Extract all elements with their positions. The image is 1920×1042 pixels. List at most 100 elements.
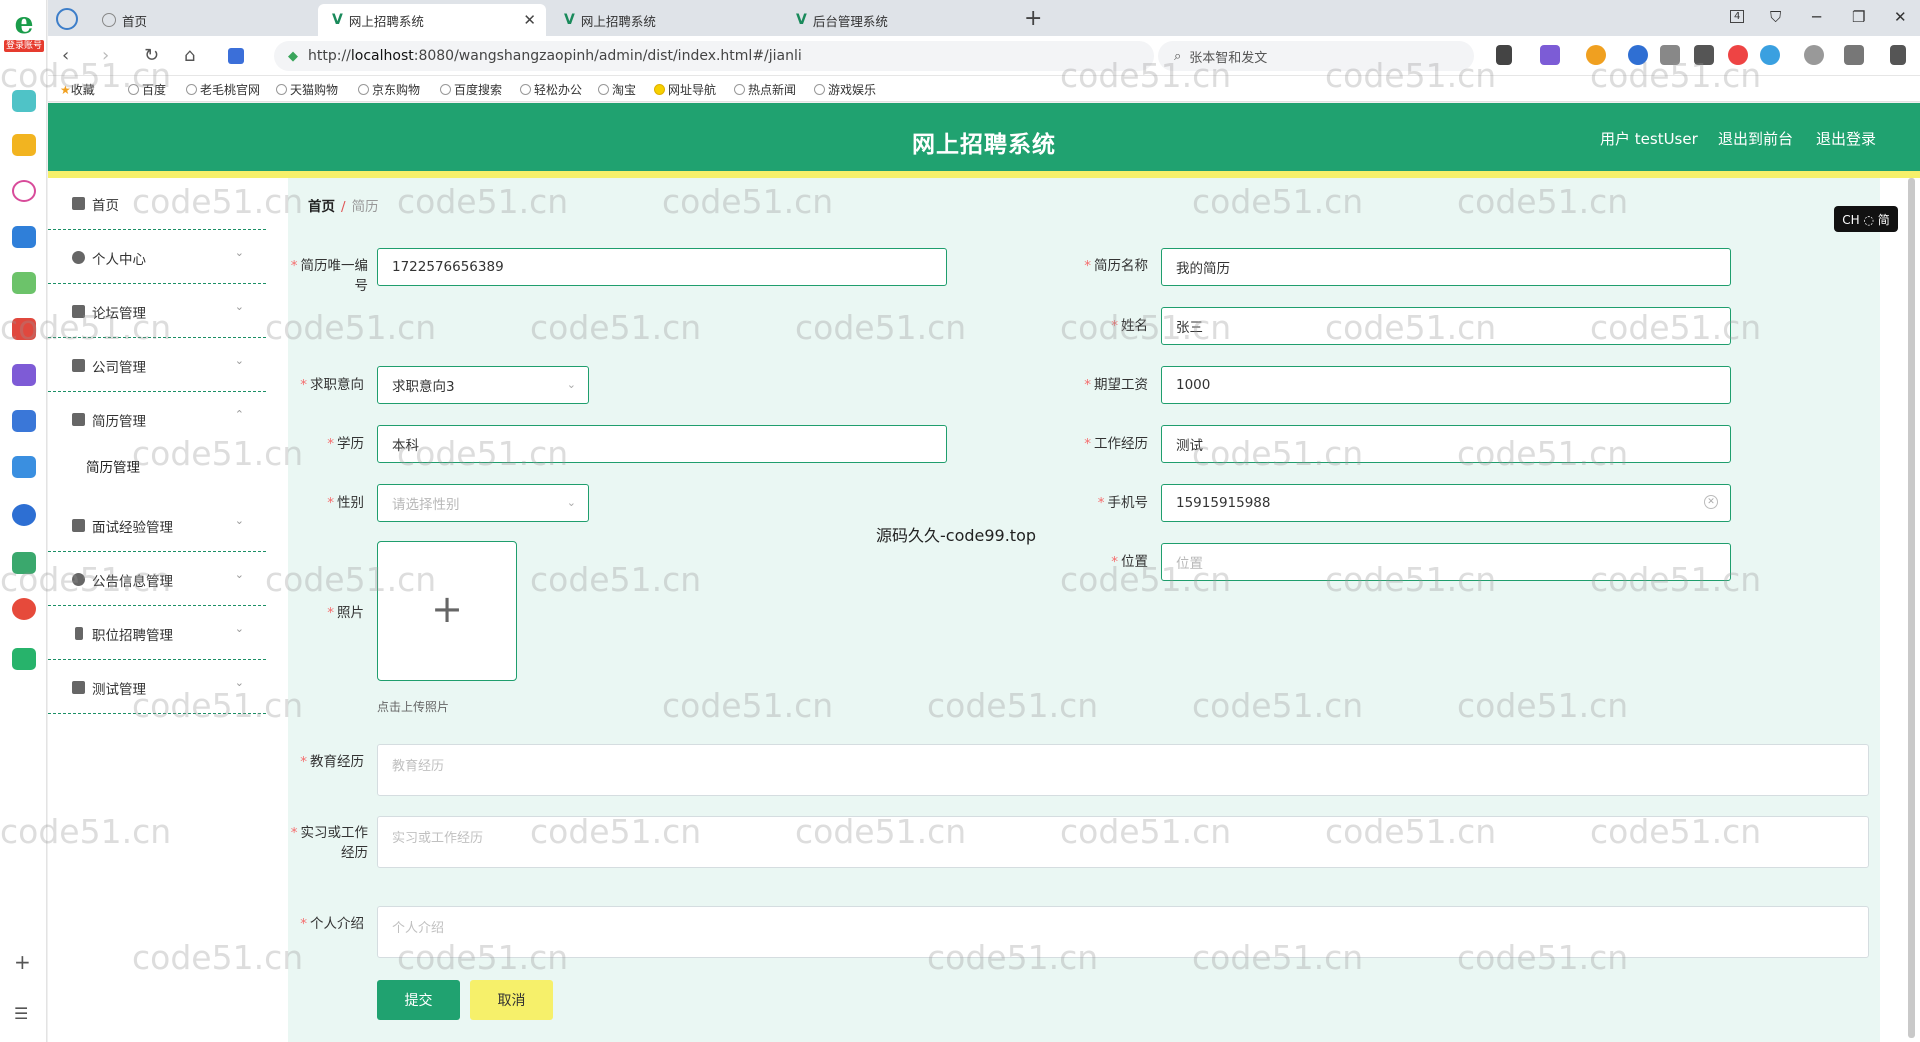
salary-input[interactable]: 1000 (1161, 366, 1731, 404)
add-app-icon[interactable]: + (14, 950, 31, 974)
close-window-icon[interactable]: ✕ (1894, 8, 1907, 26)
cancel-button[interactable]: 取消 (470, 980, 553, 1020)
sidebar-item-forum[interactable]: 论坛管理 ⌄ (48, 286, 266, 338)
url-field[interactable]: ◆ http://localhost:8080/wangshangzaopinh… (274, 41, 1154, 71)
ai-app-icon[interactable] (12, 180, 36, 202)
bookmark-taobao[interactable]: 淘宝 (598, 81, 636, 98)
star-app-icon[interactable] (12, 134, 36, 156)
sidebar-item-company[interactable]: 公司管理 ⌄ (48, 340, 266, 392)
submit-button[interactable]: 提交 (377, 980, 460, 1020)
weibo-app-icon[interactable] (12, 598, 36, 620)
bookmark-office[interactable]: 轻松办公 (520, 81, 582, 98)
mail-app-icon[interactable] (12, 648, 36, 670)
phone-input[interactable]: 15915915988 ✕ (1161, 484, 1731, 522)
colors-icon[interactable] (1728, 45, 1748, 65)
login-badge[interactable]: 登录账号 (4, 40, 44, 52)
name-label: * 姓名 (1111, 318, 1148, 334)
bookmark-news[interactable]: 热点新闻 (734, 81, 796, 98)
location-input[interactable]: 位置 (1161, 543, 1731, 581)
tab-recruit[interactable]: V 网上招聘系统 (550, 4, 778, 36)
vue-icon: V (796, 12, 807, 28)
translate-icon[interactable] (1540, 45, 1560, 65)
undo-icon[interactable] (1844, 45, 1864, 65)
sidebar-item-test[interactable]: 测试管理 ⌄ (48, 662, 266, 714)
bookmark-jd[interactable]: 京东购物 (358, 81, 420, 98)
work-exp-input[interactable]: 测试 (1161, 425, 1731, 463)
logout-link[interactable]: 退出登录 (1816, 128, 1876, 149)
browser-nav-icon[interactable] (56, 8, 78, 30)
reload-icon[interactable]: ↻ (144, 45, 159, 66)
apps-grid-icon[interactable] (1694, 45, 1714, 65)
chevron-down-icon: ⌄ (234, 514, 244, 527)
bookmark-nav[interactable]: 网址导航 (654, 81, 716, 98)
shield-ext-icon[interactable] (1586, 45, 1606, 65)
tab-recruit-active[interactable]: V 网上招聘系统 ✕ (318, 4, 546, 36)
video-app-icon[interactable] (12, 364, 36, 386)
list-menu-icon[interactable]: ☰ (14, 1004, 28, 1023)
bookmark-laomaotao[interactable]: 老毛桃官网 (186, 81, 260, 98)
scissors-icon[interactable] (1496, 45, 1512, 65)
extension-icon[interactable] (1660, 45, 1680, 65)
sidebar-subitem-resume-manage[interactable]: 简历管理 (86, 456, 140, 476)
chevron-down-icon: ⌄ (234, 246, 244, 259)
bookmark-baidu-search[interactable]: 百度搜索 (440, 81, 502, 98)
map-app-icon[interactable] (12, 552, 36, 574)
notes-app-icon[interactable] (12, 410, 36, 432)
pdf-app-icon[interactable] (12, 318, 36, 340)
photo-upload[interactable]: + (377, 541, 517, 681)
restore-icon[interactable]: ❐ (1852, 8, 1865, 26)
new-tab-button[interactable]: + (1024, 6, 1042, 31)
shirt-icon[interactable]: ⛉ (1770, 8, 1781, 26)
bookmark-tmall[interactable]: 天猫购物 (276, 81, 338, 98)
education-label: * 学历 (327, 436, 364, 452)
back-icon[interactable]: ‹ (62, 45, 69, 66)
sidebar-item-personal[interactable]: 个人中心 ⌄ (48, 232, 266, 284)
close-tab-icon[interactable]: ✕ (523, 11, 536, 29)
sidebar-item-jobs[interactable]: 职位招聘管理 ⌄ (48, 608, 266, 660)
sidebar-item-resume[interactable]: 简历管理 ⌃ (48, 394, 266, 498)
sidebar-item-home[interactable]: 首页 (48, 178, 266, 230)
doc-app-icon[interactable] (12, 456, 36, 478)
ai-doc-icon[interactable] (12, 226, 36, 248)
work-exp-label: * 工作经历 (1084, 436, 1148, 452)
image-app-icon[interactable] (12, 272, 36, 294)
name-input[interactable]: 张三 (1161, 307, 1731, 345)
intern-textarea[interactable]: 实习或工作经历 (377, 816, 1869, 868)
magnifier-icon[interactable] (1628, 45, 1648, 65)
bookmark-baidu[interactable]: 百度 (128, 81, 166, 98)
sidebar-item-interview[interactable]: 面试经验管理 ⌄ (48, 500, 266, 552)
home-icon[interactable]: ⌂ (184, 45, 195, 66)
gender-select[interactable]: 请选择性别 ⌄ (377, 484, 589, 522)
chat-icon (72, 413, 85, 426)
browser-logo[interactable]: e 登录账号 (4, 8, 44, 58)
brightness-icon[interactable] (1804, 45, 1824, 65)
sync-icon[interactable] (1760, 45, 1780, 65)
tab-count-badge[interactable]: 4 (1730, 10, 1745, 23)
ime-indicator[interactable]: CH ◌ 简 (1834, 206, 1898, 232)
translate-app-icon[interactable] (12, 504, 36, 526)
sidebar-item-notice[interactable]: 公告信息管理 ⌄ (48, 554, 266, 606)
menu-icon[interactable] (1890, 45, 1906, 65)
resume-no-input[interactable]: 1722576656389 (377, 248, 947, 286)
app-icon-1[interactable] (12, 90, 36, 112)
browser-search-field[interactable]: ⌕ 张本智和发文 (1158, 41, 1474, 71)
ai-shortcut-icon[interactable] (228, 48, 244, 64)
intent-select[interactable]: 求职意向3 ⌄ (377, 366, 589, 404)
breadcrumb-home[interactable]: 首页 (308, 199, 335, 215)
education-input[interactable]: 本科 (377, 425, 947, 463)
minimize-icon[interactable]: ─ (1812, 8, 1821, 26)
tab-home[interactable]: 首页 (88, 4, 308, 36)
breadcrumb-current: 简历 (351, 199, 379, 215)
intro-textarea[interactable]: 个人介绍 (377, 906, 1869, 958)
bookmark-favorites[interactable]: ★收藏 (60, 81, 95, 98)
bookmark-games[interactable]: 游戏娱乐 (814, 81, 876, 98)
forward-icon[interactable]: › (102, 45, 109, 66)
back-to-front-link[interactable]: 退出到前台 (1718, 128, 1793, 149)
clear-icon[interactable]: ✕ (1704, 495, 1718, 509)
resume-name-input[interactable]: 我的简历 (1161, 248, 1731, 286)
edu-history-textarea[interactable]: 教育经历 (377, 744, 1869, 796)
page-scrollbar[interactable] (1908, 178, 1915, 1038)
browser-address-bar: ‹ › ↻ ⌂ ◆ http://localhost:8080/wangshan… (48, 36, 1920, 76)
tab-admin[interactable]: V 后台管理系统 (782, 4, 1010, 36)
sidebar-menu: 首页 个人中心 ⌄ 论坛管理 ⌄ 公司管理 ⌄ 简历管理 ⌃ 简历管理 面试经验… (48, 178, 268, 1042)
